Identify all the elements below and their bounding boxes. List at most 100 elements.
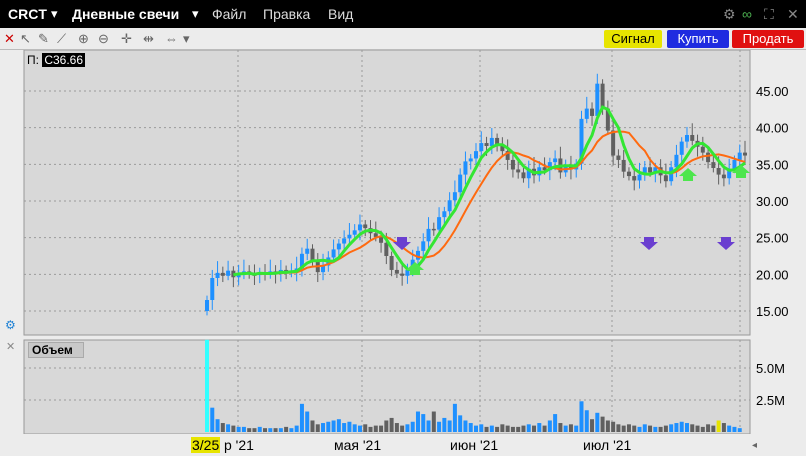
volume-bar	[637, 426, 642, 432]
volume-bar	[590, 419, 595, 432]
volume-tick-label: 2.5M	[756, 393, 785, 408]
candle-body	[611, 130, 616, 156]
cursor-icon[interactable]: ↖	[20, 31, 31, 47]
price-chart[interactable]: 45.00 40.00 35.00 30.00 25.00 20.00 15.00	[0, 49, 806, 338]
volume-bar	[310, 420, 315, 432]
candle-body	[637, 174, 642, 181]
last-price-readout: П: C36.66	[27, 53, 86, 67]
candle-body	[452, 192, 457, 201]
volume-bar	[495, 426, 500, 432]
volume-bar	[537, 423, 542, 432]
scroll-icon[interactable]: ◂	[752, 440, 757, 451]
volume-bar	[648, 425, 653, 432]
chevron-down-icon[interactable]: ▾	[192, 6, 199, 22]
volume-bar	[468, 423, 473, 432]
volume-bar	[368, 426, 373, 432]
candle-body	[711, 162, 716, 168]
volume-bar	[727, 425, 732, 432]
price-tick-label: 30.00	[756, 194, 789, 209]
candle-body	[442, 211, 447, 218]
close-icon[interactable]: ✕	[6, 340, 15, 353]
volume-bar	[321, 423, 326, 432]
volume-bar	[447, 420, 452, 432]
chevron-down-icon[interactable]: ▾	[183, 31, 190, 47]
volume-bar	[653, 426, 658, 432]
volume-bar	[352, 424, 357, 432]
crosshair-icon[interactable]: ✛	[121, 31, 132, 47]
volume-bar	[305, 411, 310, 432]
volume-bar	[721, 423, 726, 432]
volume-bar	[706, 424, 711, 432]
volume-bar	[463, 420, 468, 432]
candle-body	[521, 172, 526, 179]
price-tick-label: 25.00	[756, 231, 789, 246]
last-price-value: C36.66	[42, 53, 86, 67]
zoom-in-icon[interactable]: ⊕	[78, 31, 89, 47]
settings-icon[interactable]: ⚙	[723, 6, 736, 23]
volume-bar	[226, 424, 231, 432]
candle-body	[405, 269, 410, 276]
title-bar: CRCT ▾ Дневные свечи ▾ Файл Правка Вид ⚙…	[0, 0, 806, 28]
menu-file[interactable]: Файл	[212, 6, 246, 22]
volume-bar	[278, 428, 283, 432]
current-date-label: 3/25	[191, 437, 221, 453]
candle-body	[394, 269, 399, 274]
volume-bar	[526, 424, 531, 432]
volume-bar	[658, 426, 663, 432]
buy-button[interactable]: Купить	[667, 30, 729, 48]
volume-bar	[595, 412, 600, 432]
candle-body	[400, 273, 405, 276]
scroll-icon[interactable]: ⇔	[165, 31, 178, 46]
candle-body	[632, 176, 637, 181]
bar-width-icon[interactable]: ⇹	[143, 31, 154, 47]
candle-body	[215, 272, 220, 278]
candle-body	[721, 174, 726, 179]
candle-body	[706, 152, 711, 163]
volume-bar	[205, 339, 209, 432]
close-icon[interactable]: ✕	[787, 6, 799, 23]
menu-view[interactable]: Вид	[328, 6, 353, 22]
candle-body	[621, 159, 626, 172]
candle-body	[226, 270, 231, 276]
candle-body	[331, 249, 336, 258]
pencil-icon[interactable]: ✎	[38, 31, 49, 47]
chevron-down-icon[interactable]: ▾	[51, 6, 58, 22]
volume-bar	[505, 425, 510, 432]
volume-bar	[605, 420, 610, 432]
signal-button[interactable]: Сигнал	[604, 30, 662, 48]
candle-body	[431, 228, 436, 231]
volume-bar	[336, 419, 341, 432]
volume-bar	[405, 424, 410, 432]
volume-bar	[421, 414, 426, 432]
volume-bar	[532, 425, 537, 432]
expand-icon[interactable]: ⛶	[764, 6, 774, 23]
volume-title: Объем	[28, 342, 84, 358]
candle-body	[458, 174, 463, 193]
price-tick-label: 45.00	[756, 84, 789, 99]
volume-chart[interactable]: 5.0M 2.5M	[0, 338, 806, 435]
panel-settings-icon[interactable]: ⚙	[5, 318, 16, 332]
candle-body	[347, 234, 352, 239]
volume-bar	[584, 410, 589, 432]
candle-body	[663, 175, 668, 182]
symbol-selector[interactable]: CRCT	[8, 6, 47, 22]
volume-bar	[236, 426, 241, 432]
trendline-icon[interactable]: ⟋	[57, 31, 66, 47]
sell-button[interactable]: Продать	[732, 30, 804, 48]
candle-body	[205, 300, 209, 311]
candle-body	[584, 108, 589, 119]
volume-bar	[389, 417, 394, 432]
candle-body	[384, 242, 389, 256]
menu-edit[interactable]: Правка	[263, 6, 310, 22]
link-icon[interactable]: ∞	[742, 6, 752, 22]
volume-bar	[563, 425, 568, 432]
volume-bar	[621, 425, 626, 432]
volume-bar	[342, 423, 347, 432]
close-icon[interactable]: ✕	[4, 31, 15, 47]
candle-body	[716, 168, 721, 175]
volume-bar	[716, 420, 721, 432]
volume-panel: 5.0M 2.5M ✕ Объем	[0, 338, 806, 435]
chart-type-selector[interactable]: Дневные свечи	[72, 6, 179, 22]
price-tick-label: 40.00	[756, 121, 789, 136]
zoom-out-icon[interactable]: ⊖	[98, 31, 109, 47]
